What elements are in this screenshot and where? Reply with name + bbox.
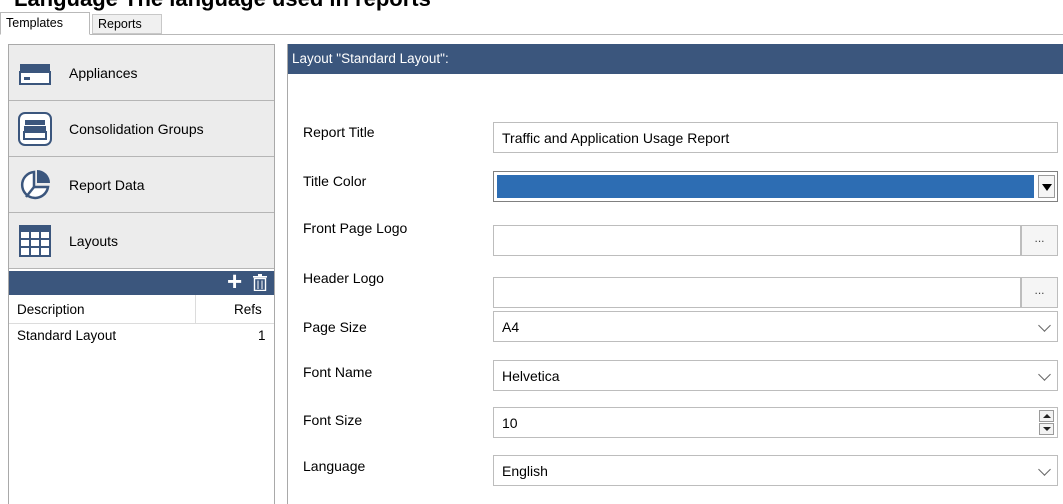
layouts-list-header: Description Refs — [9, 295, 274, 324]
tab-bar: Templates Reports — [0, 12, 1063, 35]
front-page-logo-label: Front Page Logo — [303, 220, 408, 236]
sidebar-item-consolidation-groups[interactable]: Consolidation Groups — [9, 101, 274, 157]
trash-icon[interactable] — [253, 274, 267, 291]
sidebar-item-report-data[interactable]: Report Data — [9, 157, 274, 213]
language-label: Language — [303, 458, 366, 474]
sidebar-item-label: Layouts — [69, 233, 119, 249]
font-name-label: Font Name — [303, 364, 373, 380]
consolidation-group-icon — [18, 112, 52, 146]
front-page-logo-input[interactable] — [493, 225, 1021, 256]
sidebar-item-label: Report Data — [69, 177, 145, 193]
front-page-logo-browse-button[interactable]: ... — [1021, 225, 1058, 256]
tab-templates[interactable]: Templates — [0, 12, 90, 35]
layout-editor-title: Layout "Standard Layout": — [292, 51, 449, 66]
font-name-select[interactable]: Helvetica — [493, 360, 1058, 391]
pie-chart-icon — [20, 170, 50, 200]
sidebar-item-appliances[interactable]: Appliances — [9, 45, 274, 101]
column-header-refs[interactable]: Refs — [234, 302, 262, 317]
layouts-list-toolbar: + — [9, 268, 274, 295]
page-size-label: Page Size — [303, 319, 367, 335]
header-logo-input[interactable] — [493, 277, 1021, 308]
report-title-label: Report Title — [303, 124, 375, 140]
list-item[interactable]: Standard Layout 1 — [9, 325, 274, 347]
column-header-description[interactable]: Description — [17, 302, 85, 317]
sidebar: Appliances Consolidation Groups Report D… — [8, 44, 275, 504]
grid-layout-icon — [19, 225, 51, 257]
plus-icon[interactable]: + — [227, 268, 242, 294]
list-item-refs: 1 — [258, 328, 266, 343]
font-size-spinbox[interactable]: 10 — [493, 407, 1058, 438]
font-size-value: 10 — [502, 415, 518, 431]
report-title-input[interactable]: Traffic and Application Usage Report — [493, 122, 1058, 153]
clipped-heading: Language The language used in reports — [14, 0, 431, 12]
chevron-down-icon[interactable] — [1038, 175, 1055, 198]
header-logo-label: Header Logo — [303, 270, 384, 286]
tab-reports[interactable]: Reports — [92, 14, 162, 34]
sidebar-item-label: Consolidation Groups — [69, 121, 204, 137]
chevron-down-icon[interactable] — [1038, 463, 1051, 476]
page-size-select[interactable]: A4 — [493, 311, 1058, 342]
header-logo-browse-button[interactable]: ... — [1021, 277, 1058, 308]
list-item-description: Standard Layout — [17, 328, 117, 343]
language-select[interactable]: English — [493, 455, 1058, 486]
column-divider[interactable] — [195, 295, 196, 323]
font-size-stepper — [1039, 410, 1054, 435]
spin-down-icon[interactable] — [1039, 423, 1054, 435]
title-color-label: Title Color — [303, 173, 367, 189]
spin-up-icon[interactable] — [1039, 410, 1054, 422]
chevron-down-icon[interactable] — [1038, 319, 1051, 332]
layout-editor-header: Layout "Standard Layout": — [288, 44, 1063, 74]
sidebar-item-label: Appliances — [69, 65, 138, 81]
chevron-down-icon[interactable] — [1038, 368, 1051, 381]
layout-editor: Layout "Standard Layout": Report Title T… — [287, 44, 1063, 504]
title-color-picker[interactable] — [493, 171, 1058, 202]
page-size-value: A4 — [502, 319, 520, 335]
font-name-value: Helvetica — [502, 368, 560, 384]
appliance-icon — [19, 64, 51, 85]
sidebar-item-layouts[interactable]: Layouts — [9, 213, 274, 269]
report-title-value: Traffic and Application Usage Report — [502, 130, 730, 146]
language-value: English — [502, 463, 548, 479]
title-color-swatch — [497, 175, 1034, 198]
font-size-label: Font Size — [303, 412, 363, 428]
